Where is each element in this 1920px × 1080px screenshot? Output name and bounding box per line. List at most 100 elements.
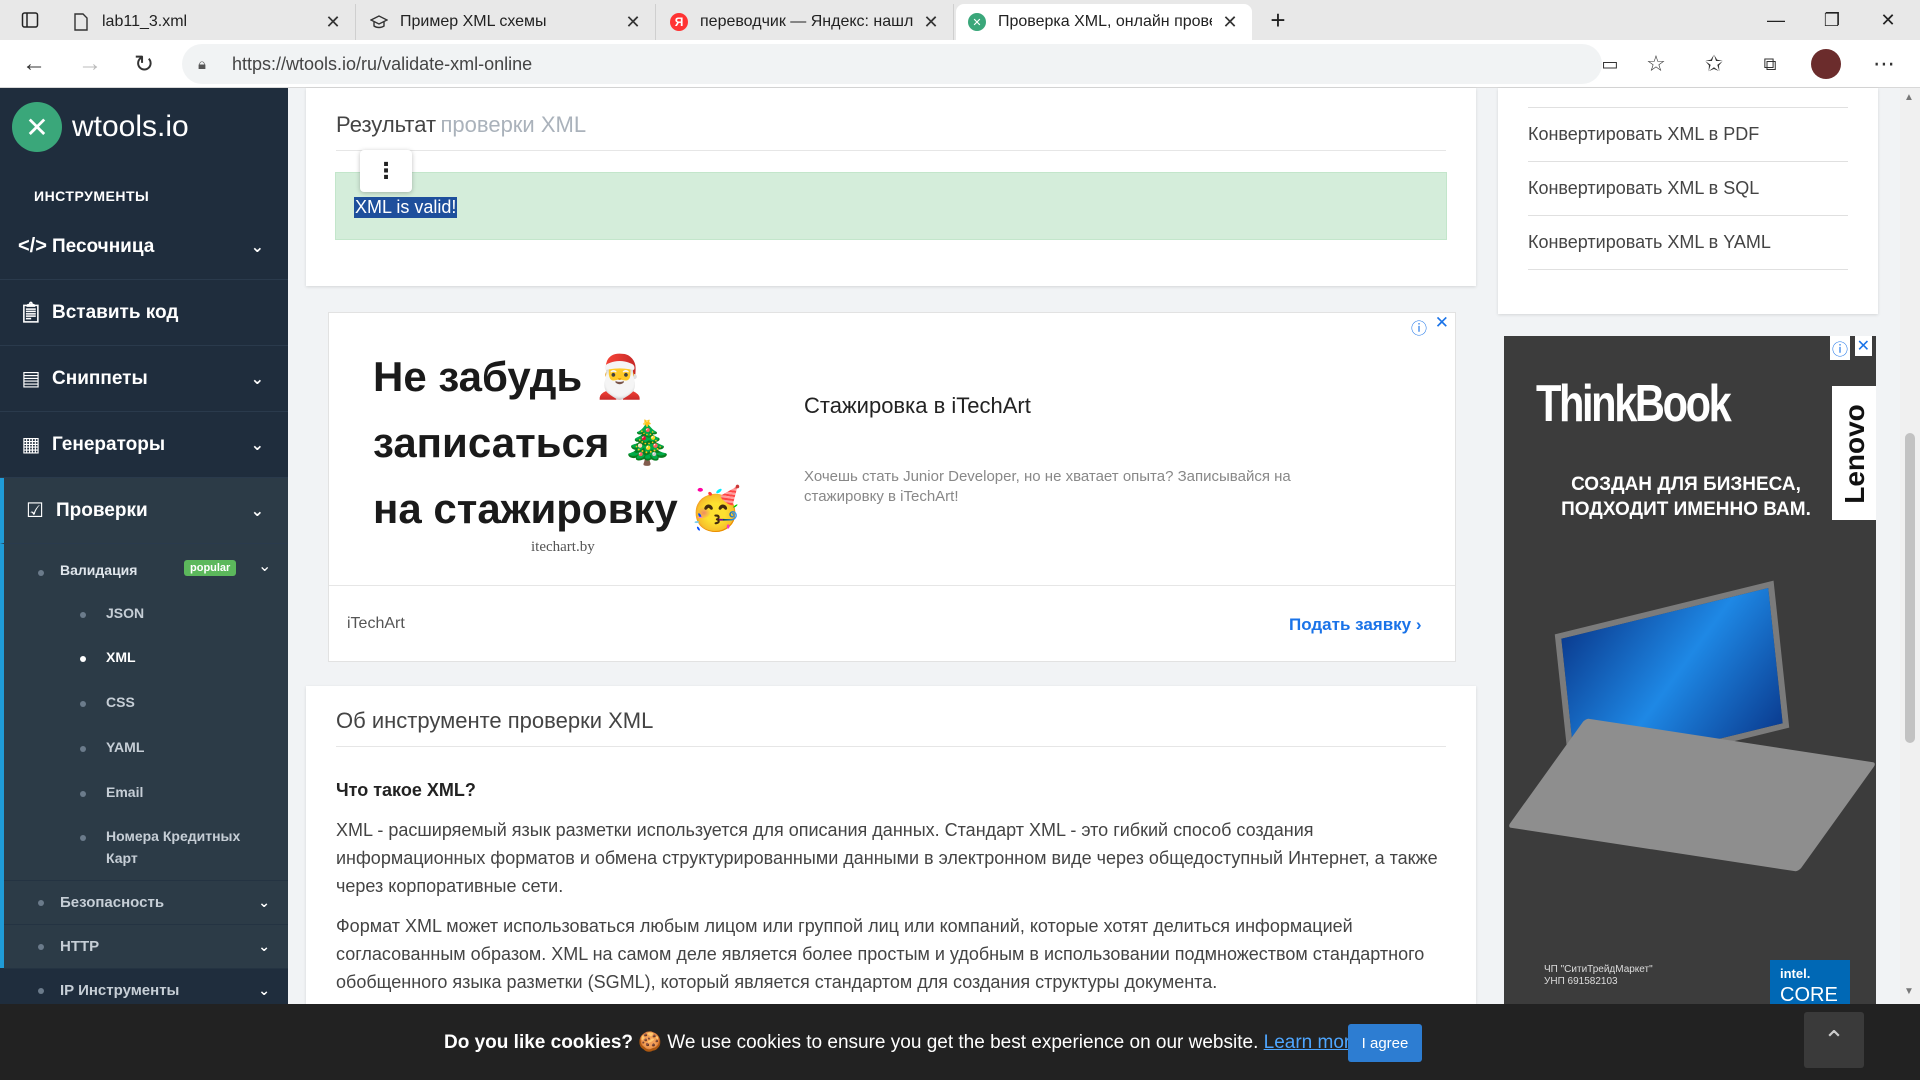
menu-security[interactable]: Безопасность ⌄ xyxy=(4,880,288,924)
ad-close-icon[interactable]: ✕ xyxy=(1435,313,1449,333)
link-xml-to-pdf[interactable]: Конвертировать XML в PDF xyxy=(1528,108,1848,162)
lenovo-logo: Lenovo xyxy=(1832,386,1876,520)
party-emoji-icon: 🥳 xyxy=(689,485,742,532)
reader-view-icon[interactable]: ▭ xyxy=(1592,46,1628,82)
new-tab-button[interactable]: + xyxy=(1250,0,1306,40)
tab-actions-icon[interactable] xyxy=(0,0,60,40)
validation-item-xml[interactable]: XML xyxy=(106,649,136,665)
divider xyxy=(336,746,1446,747)
forward-icon[interactable]: → xyxy=(72,46,108,82)
site-logo[interactable]: ✕ wtools.io xyxy=(12,102,189,152)
chevron-down-icon: ⌄ xyxy=(250,502,264,520)
divider xyxy=(336,150,1446,151)
tab-yandex[interactable]: Я переводчик — Яндекс: нашлось ✕ xyxy=(658,4,954,40)
minimize-icon[interactable]: — xyxy=(1748,0,1804,40)
page-scrollbar[interactable]: ▲ ▼ xyxy=(1900,88,1920,1004)
kebab-menu-icon[interactable]: ⋮ xyxy=(360,150,412,192)
ad-slogan: СОЗДАН ДЛЯ БИЗНЕСА, ПОДХОДИТ ИМЕННО ВАМ. xyxy=(1561,474,1811,520)
ad-line-1: Не забудь 🎅 xyxy=(373,353,647,400)
sidebar: ✕ wtools.io ИНСТРУМЕНТЫ </> Песочница ⌄ … xyxy=(0,88,288,1004)
validation-item-email[interactable]: Email xyxy=(106,784,143,800)
clipboard-icon: 📋︎ xyxy=(18,302,44,324)
scroll-to-top-button[interactable]: ⌃ xyxy=(1804,1012,1864,1068)
bullet xyxy=(38,988,44,994)
window-close-icon[interactable]: ✕ xyxy=(1860,0,1916,40)
tab-xml-schema[interactable]: Пример XML схемы ✕ xyxy=(358,4,656,40)
tools-logo-icon: ✕ xyxy=(12,102,62,152)
ad-advertiser: iTechArt xyxy=(347,615,405,632)
ad-close-icon[interactable]: ✕ xyxy=(1854,336,1872,356)
ad-headline[interactable]: Стажировка в iTechArt xyxy=(804,393,1031,419)
chevron-down-icon: ⌄ xyxy=(258,982,270,998)
link-xml-to-sql[interactable]: Конвертировать XML в SQL xyxy=(1528,162,1848,216)
tab-lab11[interactable]: lab11_3.xml ✕ xyxy=(60,4,356,40)
close-icon[interactable]: ✕ xyxy=(323,12,343,33)
restore-icon[interactable]: ❐ xyxy=(1804,0,1860,40)
yandex-icon: Я xyxy=(670,13,688,31)
popular-badge: popular xyxy=(184,560,237,576)
ad-info-icon[interactable]: ⓘ xyxy=(1411,315,1427,339)
validation-item-css[interactable]: CSS xyxy=(106,694,135,710)
link-xml-to-yaml[interactable]: Конвертировать XML в YAML xyxy=(1528,216,1848,270)
ad-cta-link[interactable]: Подать заявку › xyxy=(1289,615,1422,635)
more-icon[interactable]: ⋯ xyxy=(1866,46,1902,82)
tab-label: переводчик — Яндекс: нашлось xyxy=(700,13,913,30)
file-icon xyxy=(72,13,90,31)
menu-checks[interactable]: ☑ Проверки ⌄ xyxy=(0,478,288,544)
close-icon[interactable]: ✕ xyxy=(921,12,941,33)
code-icon: </> xyxy=(18,235,47,257)
chevron-right-icon: › xyxy=(1415,615,1422,634)
favorites-icon[interactable]: ✩ xyxy=(1696,46,1732,82)
profile-avatar[interactable] xyxy=(1808,46,1844,82)
divider xyxy=(1528,88,1848,108)
scrollbar-thumb[interactable] xyxy=(1905,433,1915,743)
collections-icon[interactable]: ⧉ xyxy=(1752,46,1788,82)
validation-item-yaml[interactable]: YAML xyxy=(106,739,144,755)
santa-emoji-icon: 🎅 xyxy=(593,353,647,400)
scroll-down-icon[interactable]: ▼ xyxy=(1904,986,1914,997)
validation-item-json[interactable]: JSON xyxy=(106,605,144,621)
scroll-up-icon[interactable]: ▲ xyxy=(1904,92,1914,103)
related-links-card: Конвертировать XML в PDF Конвертировать … xyxy=(1498,88,1878,314)
agree-button[interactable]: I agree xyxy=(1348,1024,1422,1062)
validation-item-credit-cards[interactable]: Номера Кредитных xyxy=(106,828,240,844)
divider xyxy=(329,585,1455,586)
back-icon[interactable]: ← xyxy=(16,46,52,82)
ad-description: Хочешь стать Junior Developer, но не хва… xyxy=(804,468,1291,505)
bullet xyxy=(38,900,44,906)
about-card: Об инструменте проверки XML Что такое XM… xyxy=(306,686,1476,1016)
chevron-down-icon: ⌄ xyxy=(250,436,264,454)
ad-info-icon[interactable]: ⓘ xyxy=(1829,336,1850,360)
ad-line-3: на стажировку 🥳 xyxy=(373,485,742,532)
tree-emoji-icon: 🎄 xyxy=(621,419,674,466)
chevron-down-icon: ⌄ xyxy=(258,894,270,910)
tab-wtools-active[interactable]: ✕ Проверка XML, онлайн проверка ✕ xyxy=(956,4,1252,40)
cookie-banner: Do you like cookies? 🍪 We use cookies to… xyxy=(0,1004,1920,1080)
lenovo-ad[interactable]: ⓘ ✕ ThinkBook Lenovo СОЗДАН ДЛЯ БИЗНЕСА,… xyxy=(1504,336,1876,1004)
building-icon: ▦ xyxy=(21,434,41,456)
result-title: Результат проверки XML xyxy=(336,112,587,137)
validation-message[interactable]: XML is valid! xyxy=(354,197,458,218)
close-icon[interactable]: ✕ xyxy=(623,12,643,33)
address-bar[interactable]: 🔒︎ https://wtools.io/ru/validate-xml-onl… xyxy=(182,44,1602,84)
checkbox-icon: ☑ xyxy=(26,500,44,522)
menu-paste-code[interactable]: 📋︎ Вставить код xyxy=(0,280,288,346)
menu-ip-tools[interactable]: IP Инструменты ⌄ xyxy=(4,968,288,1004)
intel-badge: intel. CORE xyxy=(1770,960,1850,1004)
reload-icon[interactable]: ↻ xyxy=(126,46,162,82)
close-icon[interactable]: ✕ xyxy=(1220,12,1240,33)
menu-http[interactable]: HTTP ⌄ xyxy=(4,924,288,968)
chevron-down-icon: ⌄ xyxy=(250,370,264,388)
submenu-validation[interactable]: Валидация xyxy=(60,562,137,578)
menu-label: HTTP xyxy=(60,938,100,955)
learn-more-link[interactable]: Learn more xyxy=(1264,1032,1361,1053)
menu-sandbox[interactable]: </> Песочница ⌄ xyxy=(0,214,288,280)
menu-snippets[interactable]: ▤ Сниппеты ⌄ xyxy=(0,346,288,412)
menu-label: Сниппеты xyxy=(52,367,148,389)
tab-label: Проверка XML, онлайн проверка xyxy=(998,13,1212,30)
brand-text: ThinkBook xyxy=(1536,375,1732,433)
ad-banner[interactable]: ⓘ ✕ Не забудь 🎅 записаться 🎄 на стажиров… xyxy=(328,312,1456,662)
favorite-star-icon[interactable]: ☆ xyxy=(1638,46,1674,82)
menu-generators[interactable]: ▦ Генераторы ⌄ xyxy=(0,412,288,478)
snippet-icon: ▤ xyxy=(21,368,41,390)
